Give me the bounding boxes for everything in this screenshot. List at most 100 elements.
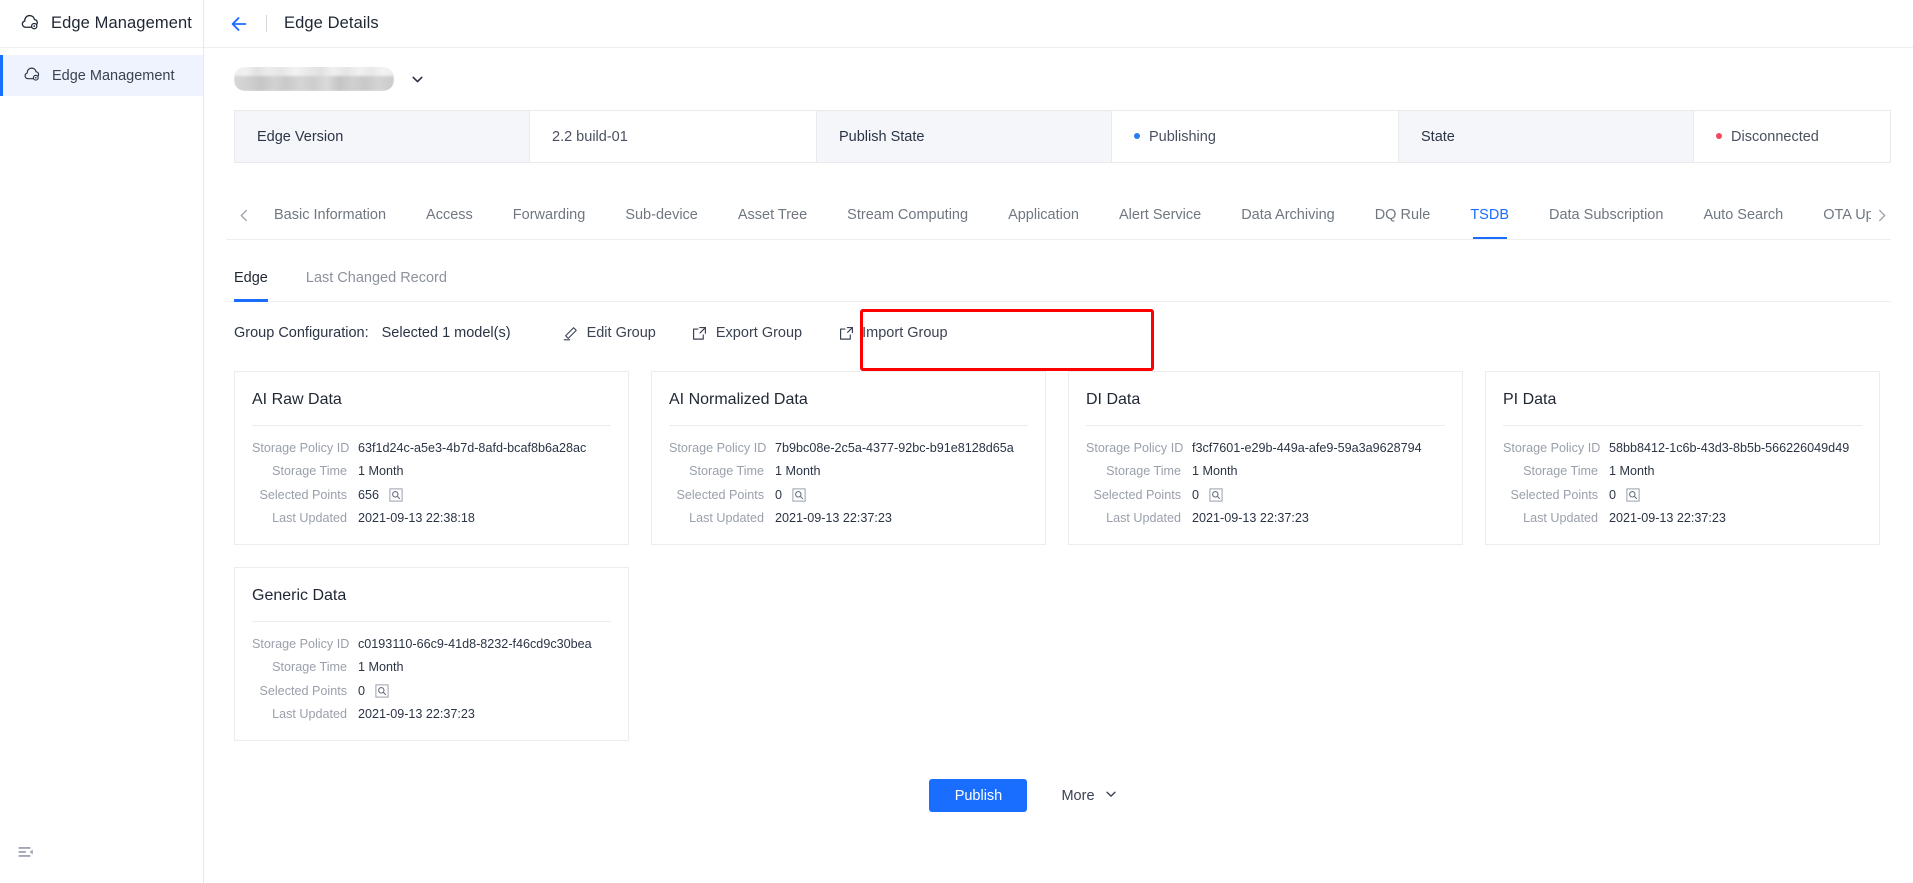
- main-column: Edge Details Edge Version 2.2 build-01 P…: [204, 0, 1913, 883]
- field-label: Selected Points: [259, 683, 347, 698]
- field-value-last-updated: 2021-09-13 22:37:23: [358, 707, 475, 721]
- card-row-storage-time: Storage Time 1 Month: [1503, 464, 1862, 478]
- chevron-right-icon[interactable]: [1871, 209, 1891, 222]
- tab-label: Data Archiving: [1241, 207, 1335, 223]
- device-name-redacted: [234, 67, 394, 91]
- tab-auto-search[interactable]: Auto Search: [1683, 191, 1803, 239]
- card-row-selected-points: Selected Points 0: [252, 683, 611, 698]
- export-group-button[interactable]: Export Group: [692, 325, 802, 341]
- menu-collapse-icon[interactable]: [14, 841, 38, 865]
- card-row-last-updated: Last Updated 2021-09-13 22:37:23: [1086, 511, 1445, 525]
- selected-points-count: 0: [358, 683, 366, 698]
- field-value-storage-time: 1 Month: [1192, 464, 1238, 478]
- tab-data-subscription[interactable]: Data Subscription: [1529, 191, 1683, 239]
- tab-data-archiving[interactable]: Data Archiving: [1221, 191, 1355, 239]
- more-button[interactable]: More: [1061, 787, 1117, 805]
- field-value-policy-id: f3cf7601-e29b-449a-afe9-59a3a9628794: [1192, 441, 1422, 455]
- tab-stream-computing[interactable]: Stream Computing: [827, 191, 988, 239]
- field-value-storage-time: 1 Month: [358, 660, 404, 674]
- field-label: Storage Time: [1106, 464, 1181, 478]
- magnifier-icon[interactable]: [388, 487, 403, 502]
- magnifier-icon[interactable]: [1208, 487, 1223, 502]
- chevron-down-icon: [1104, 787, 1118, 805]
- field-value-policy-id: c0193110-66c9-41d8-8232-f46cd9c30bea: [358, 637, 592, 651]
- publish-button[interactable]: Publish: [929, 779, 1028, 812]
- info-label-state: State: [1399, 111, 1694, 162]
- card-fields: Storage Policy ID 63f1d24c-a5e3-4b7d-8af…: [235, 426, 628, 525]
- import-group-button[interactable]: Import Group: [838, 325, 948, 341]
- device-selector[interactable]: [226, 48, 1891, 110]
- page-topbar: Edge Details: [204, 0, 1913, 48]
- tab-ota-upgrade[interactable]: OTA Upgrade: [1803, 191, 1871, 239]
- status-badge-publishing: Publishing: [1149, 128, 1216, 145]
- magnifier-icon[interactable]: [791, 487, 806, 502]
- field-label: Storage Policy ID: [252, 637, 350, 651]
- tab-dq-rule[interactable]: DQ Rule: [1355, 191, 1451, 239]
- field-label: Selected Points: [1093, 487, 1181, 502]
- arrow-left-icon[interactable]: [226, 11, 252, 37]
- status-badge-disconnected: Disconnected: [1731, 128, 1819, 145]
- card-row-last-updated: Last Updated 2021-09-13 22:37:23: [1503, 511, 1862, 525]
- import-box-arrow-icon: [838, 325, 854, 341]
- storage-card-ai-normalized-data: AI Normalized Data Storage Policy ID 7b9…: [651, 371, 1046, 545]
- tab-label: Asset Tree: [737, 207, 808, 223]
- tab-asset-tree[interactable]: Asset Tree: [718, 191, 827, 239]
- chevron-down-icon[interactable]: [408, 70, 426, 88]
- card-title: AI Raw Data: [252, 391, 342, 408]
- app-root: Edge Management Edge Management Edge Det…: [0, 0, 1913, 883]
- cloud-gear-icon: [19, 11, 40, 37]
- detail-tabs-list: Basic Information Access Forwarding Sub-…: [254, 191, 1871, 239]
- sidebar-nav: Edge Management: [0, 48, 203, 96]
- info-value-text: 2.2 build-01: [552, 128, 628, 145]
- field-value-last-updated: 2021-09-13 22:38:18: [358, 511, 475, 525]
- magnifier-icon[interactable]: [1625, 487, 1640, 502]
- card-row-policy-id: Storage Policy ID 7b9bc08e-2c5a-4377-92b…: [669, 441, 1028, 455]
- more-label: More: [1061, 787, 1095, 804]
- storage-card-ai-raw-data: AI Raw Data Storage Policy ID 63f1d24c-a…: [234, 371, 629, 545]
- field-value-policy-id: 63f1d24c-a5e3-4b7d-8afd-bcaf8b6a28ac: [358, 441, 587, 455]
- info-label-edge-version: Edge Version: [235, 111, 530, 162]
- field-value-selected-points: 0: [1192, 487, 1223, 502]
- sidebar: Edge Management Edge Management: [0, 0, 204, 883]
- info-label-text: State: [1421, 128, 1455, 145]
- tsdb-subtabs: Edge Last Changed Record: [226, 254, 1891, 302]
- tab-sub-device[interactable]: Sub-device: [605, 191, 718, 239]
- field-label: Selected Points: [676, 487, 764, 502]
- footer-actions: Publish More: [226, 779, 1891, 812]
- field-label: Storage Time: [1523, 464, 1598, 478]
- card-row-last-updated: Last Updated 2021-09-13 22:37:23: [669, 511, 1028, 525]
- magnifier-icon[interactable]: [374, 683, 389, 698]
- field-value-policy-id: 58bb8412-1c6b-43d3-8b5b-566226049d49: [1609, 441, 1850, 455]
- subtab-edge[interactable]: Edge: [234, 254, 268, 302]
- card-row-storage-time: Storage Time 1 Month: [1086, 464, 1445, 478]
- field-label: Selected Points: [259, 487, 347, 502]
- card-title: PI Data: [1503, 391, 1557, 408]
- chevron-left-icon[interactable]: [234, 209, 254, 222]
- card-row-storage-time: Storage Time 1 Month: [252, 464, 611, 478]
- subtab-last-changed-record[interactable]: Last Changed Record: [306, 254, 447, 301]
- tab-alert-service[interactable]: Alert Service: [1099, 191, 1221, 239]
- tab-label: Sub-device: [625, 207, 698, 223]
- sidebar-item-label: Edge Management: [52, 67, 175, 84]
- tab-tsdb[interactable]: TSDB: [1450, 191, 1529, 239]
- selected-points-count: 0: [1192, 487, 1200, 502]
- tab-access[interactable]: Access: [406, 191, 493, 239]
- card-row-last-updated: Last Updated 2021-09-13 22:37:23: [252, 707, 611, 721]
- field-label: Last Updated: [1106, 511, 1181, 525]
- field-label: Storage Time: [272, 660, 347, 674]
- card-fields: Storage Policy ID 7b9bc08e-2c5a-4377-92b…: [652, 426, 1045, 525]
- card-title: AI Normalized Data: [669, 391, 808, 408]
- sidebar-item-edge-management[interactable]: Edge Management: [0, 55, 203, 96]
- card-row-storage-time: Storage Time 1 Month: [669, 464, 1028, 478]
- edit-group-button[interactable]: Edit Group: [563, 325, 656, 341]
- tab-forwarding[interactable]: Forwarding: [493, 191, 606, 239]
- card-row-selected-points: Selected Points 0: [1086, 487, 1445, 502]
- selected-points-count: 0: [1609, 487, 1617, 502]
- field-label: Last Updated: [1523, 511, 1598, 525]
- tab-application[interactable]: Application: [988, 191, 1099, 239]
- cloud-gear-icon: [22, 64, 41, 88]
- storage-policy-cards: AI Raw Data Storage Policy ID 63f1d24c-a…: [226, 371, 1891, 741]
- tab-basic-information[interactable]: Basic Information: [254, 191, 406, 239]
- edit-group-label: Edit Group: [586, 325, 656, 341]
- card-fields: Storage Policy ID 58bb8412-1c6b-43d3-8b5…: [1486, 426, 1879, 525]
